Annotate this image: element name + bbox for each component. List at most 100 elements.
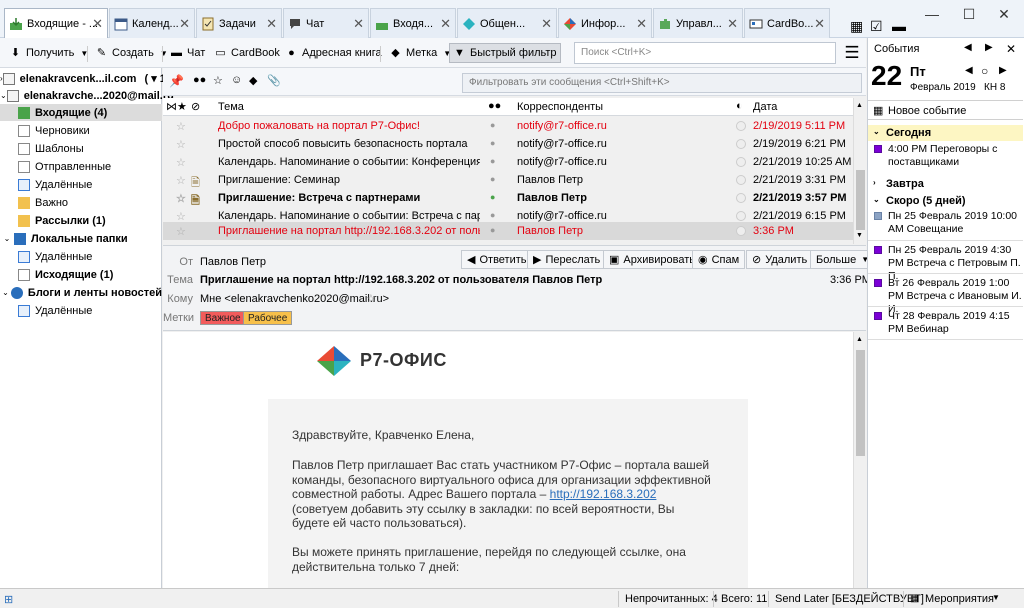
unread-status-icon[interactable]: ● — [490, 192, 495, 202]
tag-filter-icon[interactable]: ◆ — [249, 74, 257, 87]
close-window-button[interactable]: ✕ — [990, 4, 1018, 24]
folder-inbox[interactable]: Входящие (4) — [0, 104, 162, 121]
event-item[interactable]: Пн 25 Февраль 2019 10:00 AM Совещание — [868, 210, 1023, 236]
events-toggle[interactable]: Мероприятия — [925, 593, 994, 605]
write-button[interactable]: ✎ Создать ▼ — [92, 43, 171, 63]
star-icon[interactable]: ☆ — [176, 156, 186, 169]
to-value[interactable]: Мне <elenakravchenko2020@mail.ru> — [200, 293, 389, 305]
star-column-icon[interactable]: ★ — [177, 100, 187, 113]
star-icon[interactable]: ☆ — [176, 174, 186, 187]
tab-inbox[interactable]: Входящие - ... ✕ — [4, 8, 108, 39]
tasks-icon[interactable]: ☑ — [870, 18, 883, 35]
chat-button[interactable]: ▬ Чат — [167, 43, 208, 63]
star-icon[interactable]: ☆ — [176, 192, 186, 205]
folder-account-mailru[interactable]: ⌄ elenakravche...2020@mail.ru — [0, 87, 174, 104]
tag-important[interactable]: Важное — [200, 311, 246, 325]
thread-column-icon[interactable]: ⋈ — [166, 100, 177, 113]
junk-status-icon[interactable] — [736, 139, 746, 149]
folder-local[interactable]: ⌄ Локальные папки — [0, 230, 162, 247]
tab-info[interactable]: Инфор... ✕ — [558, 8, 652, 38]
junk-column-icon[interactable]: ◐ — [736, 100, 743, 112]
close-icon[interactable]: ✕ — [814, 16, 825, 32]
pin-icon[interactable]: 📌 — [169, 74, 184, 88]
star-icon[interactable]: ☆ — [176, 138, 186, 151]
next-day-icon[interactable]: ▶ — [999, 65, 1007, 76]
event-item[interactable]: Чт 28 Февраль 2019 4:15 PM Вебинар — [868, 310, 1023, 336]
tab-cardbook[interactable]: CardBo... ✕ — [744, 8, 830, 38]
message-row[interactable]: ☆ 🗎 Приглашение: Семинар ● Павлов Петр 2… — [163, 171, 853, 189]
junk-status-icon[interactable] — [736, 157, 746, 167]
column-subject[interactable]: Тема — [218, 101, 244, 113]
get-mail-button[interactable]: ⬇ Получить ▼ — [6, 43, 91, 63]
today-section[interactable]: ⌄ Сегодня — [868, 125, 1023, 141]
read-status-icon[interactable]: ● — [490, 225, 495, 235]
message-list-scrollbar[interactable]: ▲ ▼ — [853, 98, 866, 244]
message-row[interactable]: ☆ Календарь. Напоминание о событии: Конф… — [163, 153, 853, 171]
starred-filter-icon[interactable]: ☆ — [213, 74, 223, 87]
tag-button[interactable]: ◆ Метка ▼ — [386, 43, 454, 63]
read-column-icon[interactable]: ●● — [488, 100, 501, 112]
read-status-icon[interactable]: ● — [490, 138, 495, 148]
close-icon[interactable]: ✕ — [353, 16, 364, 32]
portal-link[interactable]: http://192.168.3.202 — [550, 487, 657, 501]
column-correspondents[interactable]: Корреспонденты — [517, 101, 603, 113]
calendar-icon[interactable]: ▦ — [850, 18, 863, 35]
chat-icon[interactable]: ▬ — [892, 18, 906, 34]
tag-work[interactable]: Рабочее — [243, 311, 293, 325]
message-row[interactable]: ☆ 🗎 Приглашение: Встреча с партнерами ● … — [163, 189, 853, 207]
minimize-button[interactable]: — — [918, 4, 946, 24]
read-status-icon[interactable]: ● — [490, 210, 495, 220]
tab-tasks[interactable]: Задачи ✕ — [196, 8, 282, 38]
tab-manage[interactable]: Управл... ✕ — [653, 8, 743, 38]
folder-important[interactable]: Важно — [0, 194, 162, 211]
message-body-scrollbar[interactable]: ▲ — [853, 332, 866, 588]
archive-button[interactable]: ▣ Архивировать — [603, 250, 701, 269]
contact-filter-icon[interactable]: ☺ — [231, 74, 242, 86]
folder-outbox[interactable]: Исходящие (1) — [0, 266, 162, 283]
close-icon[interactable]: ✕ — [541, 16, 552, 32]
attachment-column-icon[interactable]: ⊘ — [191, 100, 200, 113]
junk-status-icon[interactable] — [736, 193, 746, 203]
junk-status-icon[interactable] — [736, 121, 746, 131]
star-icon[interactable]: ☆ — [366, 292, 376, 305]
folder-drafts[interactable]: Черновики — [0, 122, 162, 139]
folder-trash[interactable]: Удалённые — [0, 176, 162, 193]
more-button[interactable]: Больше ▼ — [810, 250, 876, 269]
folder-newsletters[interactable]: Рассылки (1) — [0, 212, 162, 229]
folder-feeds-trash[interactable]: Удалённые — [0, 302, 162, 319]
forward-button[interactable]: ▶ Переслать — [527, 250, 607, 269]
unread-filter-icon[interactable]: ●● — [193, 74, 206, 86]
chevron-down-icon[interactable]: ▼ — [992, 593, 1000, 602]
read-status-icon[interactable]: ● — [490, 174, 495, 184]
new-event-button[interactable]: ▦ Новое событие — [868, 100, 1023, 120]
tomorrow-section[interactable]: › Завтра — [868, 178, 1023, 190]
column-date[interactable]: Дата — [753, 101, 777, 113]
tab-chat[interactable]: Чат ✕ — [283, 8, 369, 38]
search-input[interactable]: Поиск <Ctrl+K> — [574, 42, 836, 64]
prev-day-icon[interactable]: ◀ — [965, 65, 973, 76]
prev-icon[interactable]: ◀ — [964, 42, 972, 53]
send-later-status[interactable]: Send Later [БЕЗДЕЙСТВУЕТ] — [775, 593, 924, 605]
close-icon[interactable]: ✕ — [179, 16, 190, 32]
folder-feeds[interactable]: ⌄ Блоги и ленты новостей — [0, 284, 162, 301]
quick-filter-button[interactable]: ▼ Быстрый фильтр — [449, 43, 561, 63]
junk-status-icon[interactable] — [736, 175, 746, 185]
message-row[interactable]: ☆ Добро пожаловать на портал Р7-Офис! ● … — [163, 117, 853, 135]
close-icon[interactable]: ✕ — [727, 16, 738, 32]
close-icon[interactable]: ✕ — [92, 16, 103, 32]
activity-icon[interactable]: ⊞ — [4, 593, 13, 606]
tab-calendar[interactable]: Календ... ✕ — [109, 8, 195, 38]
star-icon[interactable]: ☆ — [176, 120, 186, 133]
read-status-icon[interactable]: ● — [490, 120, 495, 130]
cardbook-button[interactable]: ▭ CardBook — [211, 43, 283, 63]
attachment-filter-icon[interactable]: 📎 — [267, 74, 281, 87]
hamburger-menu-icon[interactable]: ☰ — [842, 42, 862, 64]
next-icon[interactable]: ▶ — [985, 42, 993, 53]
folder-sent[interactable]: Отправленные — [0, 158, 162, 175]
close-icon[interactable]: ✕ — [636, 16, 647, 32]
close-icon[interactable]: ✕ — [1006, 42, 1016, 56]
maximize-button[interactable]: ☐ — [955, 4, 983, 24]
soon-section[interactable]: ⌄ Скоро (5 дней) — [868, 195, 1023, 207]
spam-button[interactable]: ◉ Спам — [692, 250, 746, 269]
event-item[interactable]: 4:00 PM Переговоры с поставщиками — [868, 143, 1023, 169]
